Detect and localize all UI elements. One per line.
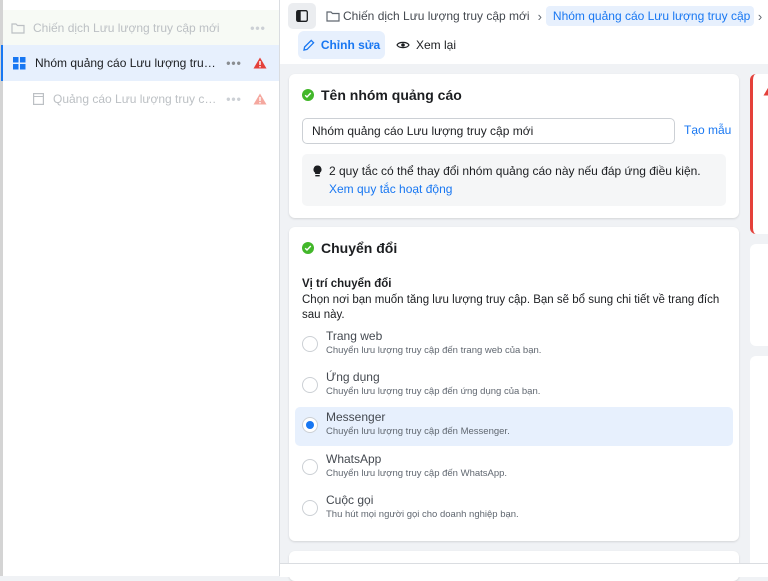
warning-icon <box>763 87 768 96</box>
radio-button[interactable] <box>302 336 318 352</box>
option-title: Ứng dụng <box>326 370 380 384</box>
radio-button[interactable] <box>302 377 318 393</box>
conversion-option-website[interactable]: Trang web Chuyển lưu lượng truy cập đến … <box>295 326 733 365</box>
tree-item-campaign-label: Chiến dịch Lưu lượng truy cập mới <box>33 21 220 35</box>
preview-button[interactable]: Xem lại <box>396 31 456 59</box>
breadcrumb-campaign-label: Chiến dịch Lưu lượng truy cập mới <box>343 9 530 23</box>
create-template-link[interactable]: Tạo mẫu <box>684 123 731 137</box>
adset-name-title: Tên nhóm quảng cáo <box>321 87 462 103</box>
pencil-icon <box>302 39 315 51</box>
conversion-option-app[interactable]: Ứng dụng Chuyển lưu lượng truy cập đến ứ… <box>295 367 733 406</box>
view-rules-link[interactable]: Xem quy tắc hoạt động <box>329 182 452 196</box>
edit-button[interactable]: Chỉnh sửa <box>298 31 385 59</box>
sidebar-toggle-icon <box>296 10 308 22</box>
rules-tip-text: 2 quy tắc có thể thay đổi nhóm quảng cáo… <box>329 164 701 178</box>
edit-button-label: Chỉnh sửa <box>320 38 381 52</box>
conversion-title: Chuyển đổi <box>321 240 398 256</box>
conversion-card: Chuyển đổi Vị trí chuyển đổi Chọn nơi bạ… <box>289 227 739 541</box>
toggle-sidebar-button[interactable] <box>288 3 316 29</box>
adset-name-card: Tên nhóm quảng cáo Nhóm quảng cáo Lưu lư… <box>289 74 739 218</box>
option-description: Thu hút mọi người gọi cho doanh nghiệp b… <box>326 509 519 520</box>
chevron-right-icon: › <box>757 8 763 24</box>
breadcrumb-campaign[interactable]: Chiến dịch Lưu lượng truy cập mới <box>322 6 534 26</box>
breadcrumb-adset-label: Nhóm quảng cáo Lưu lượng truy cập mới <box>552 9 754 23</box>
option-description: Chuyển lưu lượng truy cập đến ứng dụng c… <box>326 386 541 397</box>
bottom-action-bar <box>280 563 768 577</box>
radio-button[interactable] <box>302 500 318 516</box>
folder-icon <box>3 22 33 34</box>
option-description: Chuyển lưu lượng truy cập đến Messenger. <box>326 426 510 437</box>
side-info-card <box>750 244 768 346</box>
breadcrumb: Chiến dịch Lưu lượng truy cập mới › Nhóm… <box>288 2 766 30</box>
adset-name-heading: Tên nhóm quảng cáo <box>302 87 462 103</box>
option-title: Cuộc gọi <box>326 493 374 507</box>
adset-name-input[interactable]: Nhóm quảng cáo Lưu lượng truy cập mới <box>302 118 675 144</box>
warning-icon <box>247 57 273 69</box>
tree-item-adset-label: Nhóm quảng cáo Lưu lượng truy cập mới <box>35 56 221 70</box>
conversion-heading: Chuyển đổi <box>302 240 397 256</box>
ad-page-icon <box>23 93 53 105</box>
breadcrumb-adset[interactable]: Nhóm quảng cáo Lưu lượng truy cập mới <box>545 6 754 26</box>
tree-item-ad-label: Quảng cáo Lưu lượng truy cập mới <box>53 92 221 106</box>
option-title: Messenger <box>326 410 386 424</box>
campaign-tree-panel: Chiến dịch Lưu lượng truy cập mới ••• Nh… <box>0 0 280 576</box>
lightbulb-icon <box>313 165 322 180</box>
option-title: WhatsApp <box>326 452 382 466</box>
more-options-icon[interactable]: ••• <box>245 21 271 35</box>
preview-button-label: Xem lại <box>416 38 457 52</box>
option-description: Chuyển lưu lượng truy cập đến trang web … <box>326 345 542 356</box>
option-title: Trang web <box>326 329 383 343</box>
rules-tip: 2 quy tắc có thể thay đổi nhóm quảng cáo… <box>302 154 726 206</box>
chevron-right-icon: › <box>537 8 542 24</box>
radio-button-selected[interactable] <box>302 417 318 433</box>
conversion-location-description: Chọn nơi bạn muốn tăng lưu lượng truy cậ… <box>302 294 720 321</box>
conversion-option-whatsapp[interactable]: WhatsApp Chuyển lưu lượng truy cập đến W… <box>295 449 733 488</box>
side-estimate-card <box>750 356 768 576</box>
folder-icon <box>326 11 340 22</box>
tree-item-campaign[interactable]: Chiến dịch Lưu lượng truy cập mới ••• <box>3 10 279 46</box>
option-description: Chuyển lưu lượng truy cập đến WhatsApp. <box>326 468 508 479</box>
tree-item-ad[interactable]: Quảng cáo Lưu lượng truy cập mới ••• <box>3 81 279 117</box>
check-circle-icon <box>302 242 314 254</box>
warning-icon <box>247 93 273 105</box>
error-summary-card <box>750 74 768 234</box>
conversion-location-label: Vị trí chuyển đổi <box>302 278 392 290</box>
eye-icon <box>396 41 410 49</box>
more-options-icon[interactable]: ••• <box>221 56 247 70</box>
check-circle-icon <box>302 89 314 101</box>
conversion-option-calls[interactable]: Cuộc gọi Thu hút mọi người gọi cho doanh… <box>295 490 733 529</box>
more-options-icon[interactable]: ••• <box>221 92 247 106</box>
conversion-option-messenger[interactable]: Messenger Chuyển lưu lượng truy cập đến … <box>295 407 733 446</box>
tree-item-adset[interactable]: Nhóm quảng cáo Lưu lượng truy cập mới ••… <box>1 45 279 81</box>
grid-icon <box>3 56 35 70</box>
radio-button[interactable] <box>302 459 318 475</box>
